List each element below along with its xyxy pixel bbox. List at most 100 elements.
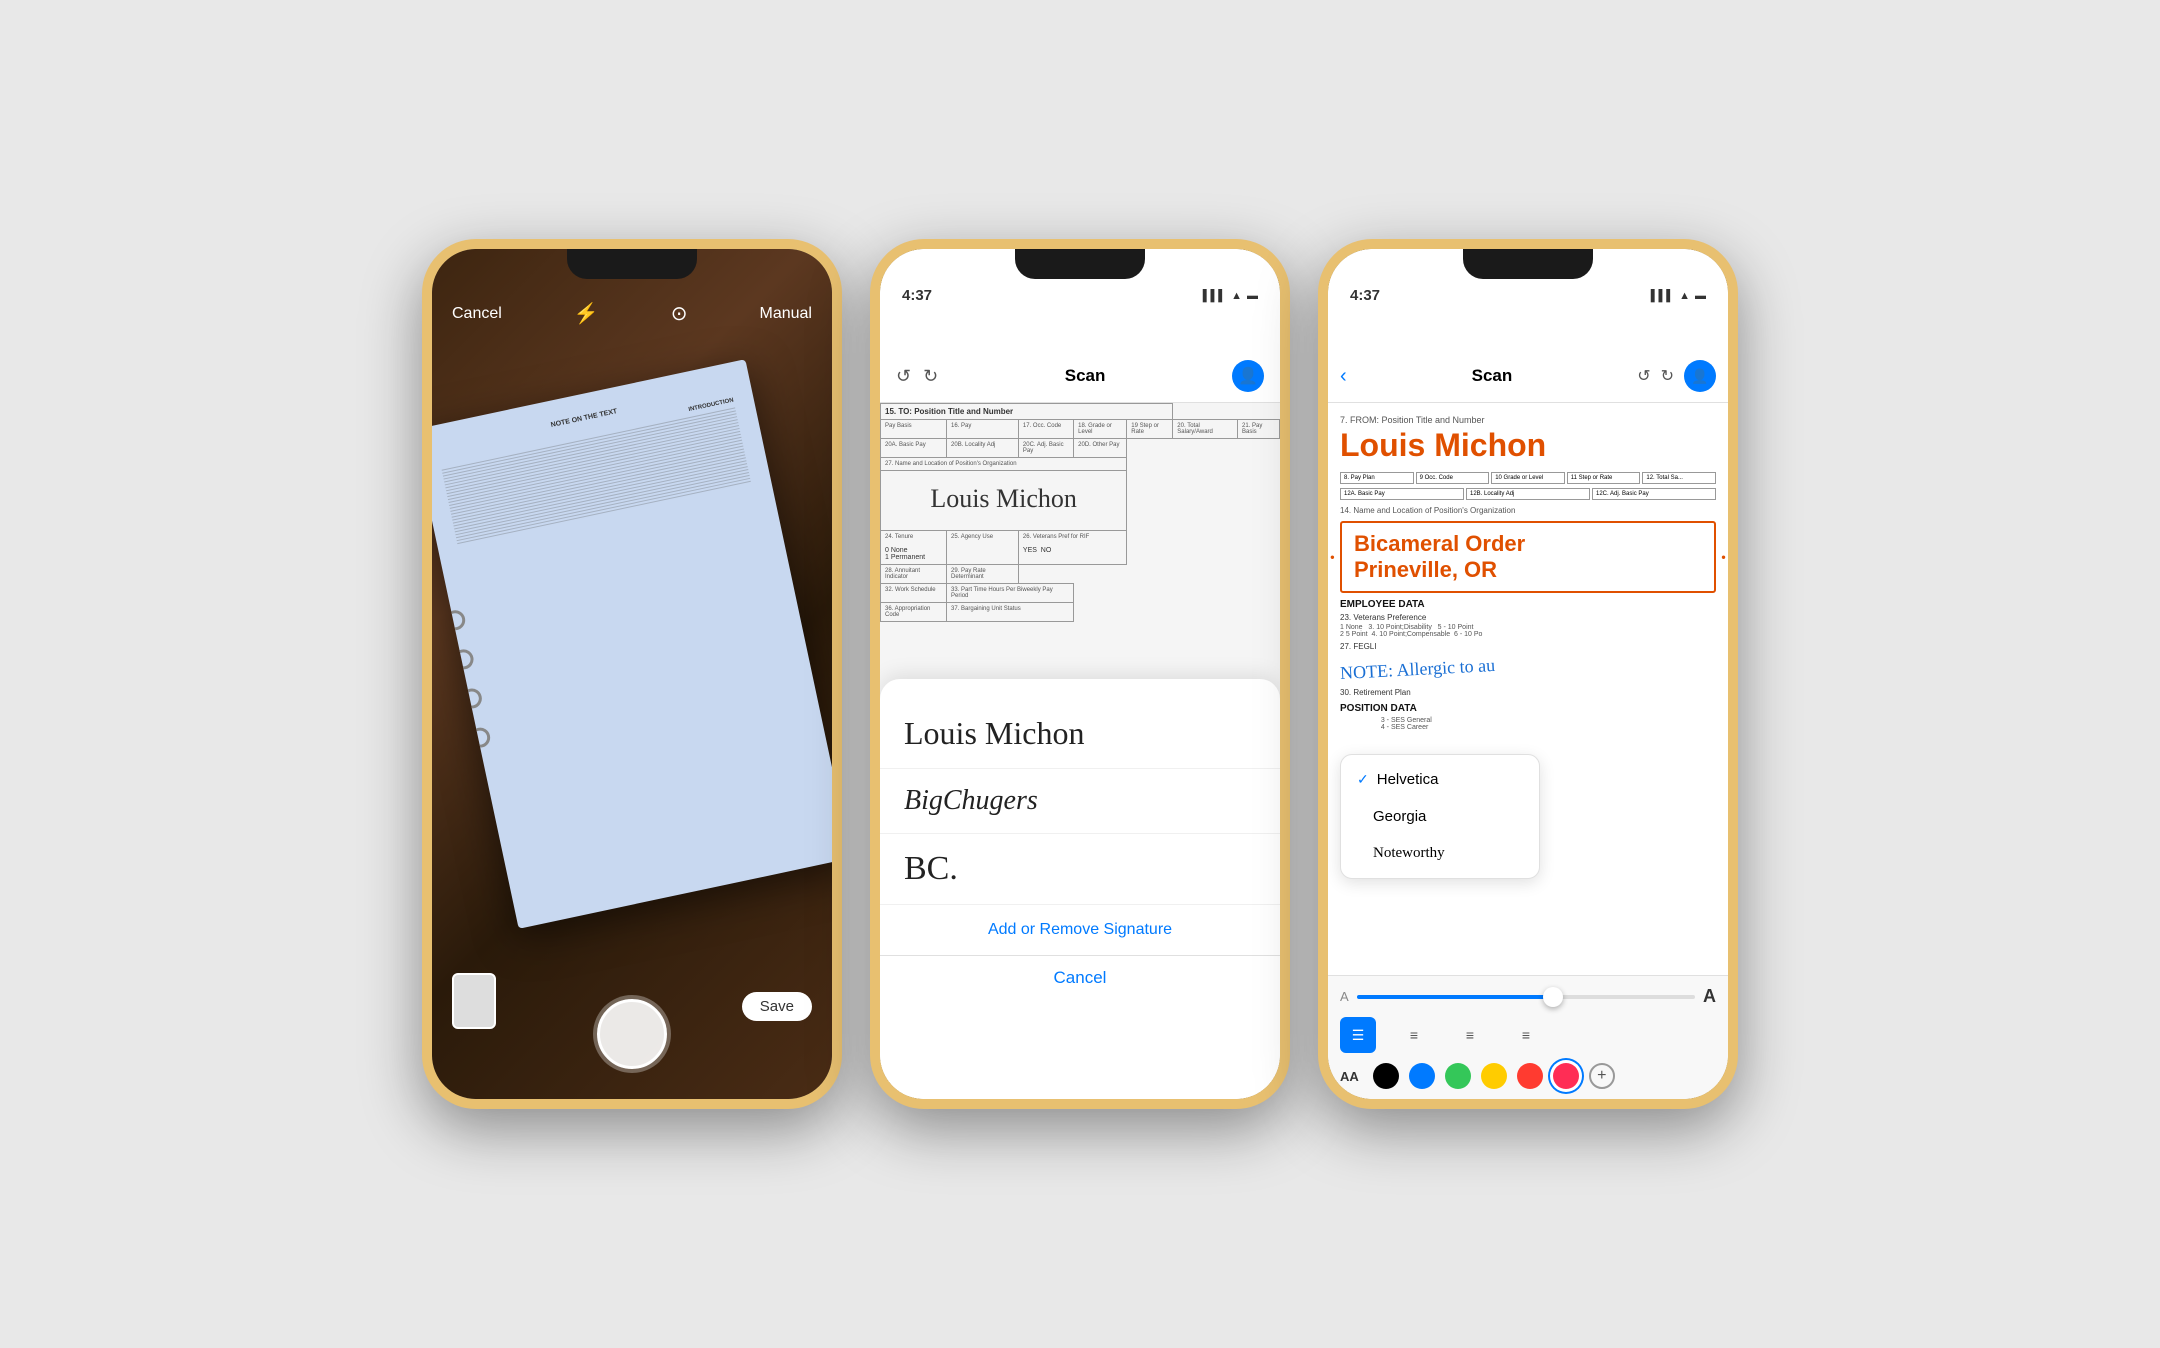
tenure-cell: 24. Tenure0 None1 Permanent xyxy=(881,531,947,565)
signal-icon: ▌▌▌ xyxy=(1203,290,1226,302)
status-icons: ▌▌▌ ▲ ▬ xyxy=(1651,290,1706,302)
signature-cancel-button[interactable]: Cancel xyxy=(880,955,1280,1000)
wifi-icon: ▲ xyxy=(1231,290,1242,302)
pay-cell: 16. Pay xyxy=(947,420,1019,439)
slider-thumb xyxy=(1543,987,1563,1007)
align-center-button[interactable]: ≡ xyxy=(1396,1017,1432,1053)
battery-icon: ▬ xyxy=(1247,290,1258,302)
part-time-cell: 33. Part Time Hours Per Biweekly Pay Per… xyxy=(947,584,1074,603)
scan-title: Scan xyxy=(938,366,1232,386)
font-size-slider[interactable] xyxy=(1357,995,1695,999)
adj-basic-cell: 20C. Adj. Basic Pay xyxy=(1018,439,1073,458)
checkmark-icon: ✓ xyxy=(1357,771,1369,788)
annuitant-cell: 28. Annuitant Indicator xyxy=(881,565,947,584)
name-location-cell: 27. Name and Location of Position's Orga… xyxy=(881,458,1127,471)
locality-adj-cell: 12B. Locality Adj xyxy=(1466,488,1590,500)
align-left-button[interactable]: ☰ xyxy=(1340,1017,1376,1053)
time-display: 4:37 xyxy=(902,287,932,304)
adj-basic-pay-cell: 12C. Adj. Basic Pay xyxy=(1592,488,1716,500)
annotate-screen: 4:37 ▌▌▌ ▲ ▬ ‹ Scan ↺ ↻ 👤 xyxy=(1328,249,1728,1099)
font-picker-dropdown: ✓ Helvetica Georgia Noteworthy xyxy=(1340,754,1540,879)
employee-data-header: EMPLOYEE DATA xyxy=(1340,599,1716,610)
field-15: 15. TO: Position Title and Number xyxy=(881,404,1173,420)
globe-icon[interactable]: ⊙ xyxy=(671,301,688,326)
person-icon-button[interactable]: 👤 xyxy=(1684,360,1716,392)
color-pink-selected[interactable] xyxy=(1553,1063,1579,1089)
signature-on-form: Louis Michon xyxy=(885,474,1122,524)
align-justify-button[interactable]: ≡ xyxy=(1508,1017,1544,1053)
save-button[interactable]: Save xyxy=(742,992,812,1021)
location-highlighted-box[interactable]: Bicameral Order Prineville, OR xyxy=(1340,521,1716,593)
notch xyxy=(567,249,697,279)
rotate-ccw-icon[interactable]: ↺ xyxy=(896,366,911,387)
signature-panel: Louis Michon BigChugers BC. Add or Remov… xyxy=(880,679,1280,1099)
color-yellow[interactable] xyxy=(1481,1063,1507,1089)
font-option-helvetica[interactable]: ✓ Helvetica xyxy=(1341,761,1539,798)
font-size-small-label: A xyxy=(1340,989,1349,1004)
notch xyxy=(1463,249,1593,279)
form-row-pay2: 12A. Basic Pay 12B. Locality Adj 12C. Ad… xyxy=(1340,488,1716,500)
camera-controls: Save xyxy=(432,999,832,1069)
flash-icon[interactable]: ⚡ xyxy=(574,301,599,326)
signature-option-1[interactable]: Louis Michon xyxy=(880,699,1280,769)
font-size-large-label: A xyxy=(1703,986,1716,1007)
thumbnail-preview[interactable] xyxy=(452,973,496,1029)
fegli-row: 27. FEGLI xyxy=(1340,642,1716,651)
scan-header: ↺ ↻ Scan 👤 xyxy=(880,308,1280,403)
annotation-toolbar: A A ☰ ≡ ≡ ≡ AA xyxy=(1328,975,1728,1099)
vet-options: 1 None 3. 10 Point;Disability 5 - 10 Poi… xyxy=(1340,624,1716,638)
step-cell: 19 Step or Rate xyxy=(1127,420,1173,439)
wifi-icon: ▲ xyxy=(1679,290,1690,302)
form-row-pay: 8. Pay Plan 9 Occ. Code 10 Grade or Leve… xyxy=(1340,472,1716,484)
rotate-cw-icon[interactable]: ↻ xyxy=(923,366,938,387)
phone-camera: NOTE ON THE TEXT INTRODUCTION xyxy=(422,239,842,1109)
color-red[interactable] xyxy=(1517,1063,1543,1089)
camera-screen: NOTE ON THE TEXT INTRODUCTION xyxy=(432,249,832,1099)
agency-cell: 25. Agency Use xyxy=(947,531,1019,565)
manual-button[interactable]: Manual xyxy=(759,305,811,323)
form-table: 15. TO: Position Title and Number Pay Ba… xyxy=(880,403,1280,622)
signature-text-3: BC. xyxy=(904,850,1256,888)
share-icon[interactable]: ↺ xyxy=(1637,366,1650,386)
phone-scan: 4:37 ▌▌▌ ▲ ▬ ↺ ↻ Scan 👤 xyxy=(870,239,1290,1109)
font-name-georgia: Georgia xyxy=(1373,808,1426,825)
header-left-icons: ↺ ↻ xyxy=(896,366,938,387)
back-button[interactable]: ‹ xyxy=(1340,365,1347,388)
color-blue[interactable] xyxy=(1409,1063,1435,1089)
grade-cell: 18. Grade or Level xyxy=(1074,420,1127,439)
pay-plan-cell: 8. Pay Plan xyxy=(1340,472,1414,484)
step-rate-cell: 11 Step or Rate xyxy=(1567,472,1641,484)
bargain-cell: 37. Bargaining Unit Status xyxy=(947,603,1074,622)
location-line1: Bicameral Order xyxy=(1354,531,1702,557)
occ-cell: 17. Occ. Code xyxy=(1018,420,1073,439)
shutter-button[interactable] xyxy=(597,999,667,1069)
add-color-button[interactable]: + xyxy=(1589,1063,1615,1089)
color-green[interactable] xyxy=(1445,1063,1471,1089)
signature-option-2[interactable]: BigChugers xyxy=(880,769,1280,834)
person-icon-button[interactable]: 👤 xyxy=(1232,360,1264,392)
grade-level-cell: 10 Grade or Level xyxy=(1491,472,1565,484)
pay-basis-cell: Pay Basis xyxy=(881,420,947,439)
status-icons: ▌▌▌ ▲ ▬ xyxy=(1203,290,1258,302)
signature-text-2: BigChugers xyxy=(904,785,1256,817)
font-option-noteworthy[interactable]: Noteworthy xyxy=(1341,835,1539,872)
aa-button[interactable]: AA xyxy=(1340,1069,1359,1084)
location-line2: Prineville, OR xyxy=(1354,557,1702,583)
add-remove-signature-button[interactable]: Add or Remove Signature xyxy=(880,905,1280,955)
person-name: Louis Michon xyxy=(1340,427,1716,464)
color-black[interactable] xyxy=(1373,1063,1399,1089)
font-option-georgia[interactable]: Georgia xyxy=(1341,798,1539,835)
alignment-row: ☰ ≡ ≡ ≡ xyxy=(1340,1017,1716,1053)
rotate-icon[interactable]: ↻ xyxy=(1661,366,1674,386)
font-size-row: A A xyxy=(1340,986,1716,1007)
basic-pay-cell: 20A. Basic Pay xyxy=(881,439,947,458)
cancel-button[interactable]: Cancel xyxy=(452,305,502,323)
basic-pay-cell: 12A. Basic Pay xyxy=(1340,488,1464,500)
align-right-button[interactable]: ≡ xyxy=(1452,1017,1488,1053)
from-label: 7. FROM: Position Title and Number xyxy=(1340,415,1716,425)
vet-pref-label: 23. Veterans Preference xyxy=(1340,613,1716,622)
name-location-label: 14. Name and Location of Position's Orga… xyxy=(1340,506,1716,515)
color-row: AA + xyxy=(1340,1063,1716,1089)
signature-option-3[interactable]: BC. xyxy=(880,834,1280,905)
annotate-header: ‹ Scan ↺ ↻ 👤 xyxy=(1328,308,1728,403)
